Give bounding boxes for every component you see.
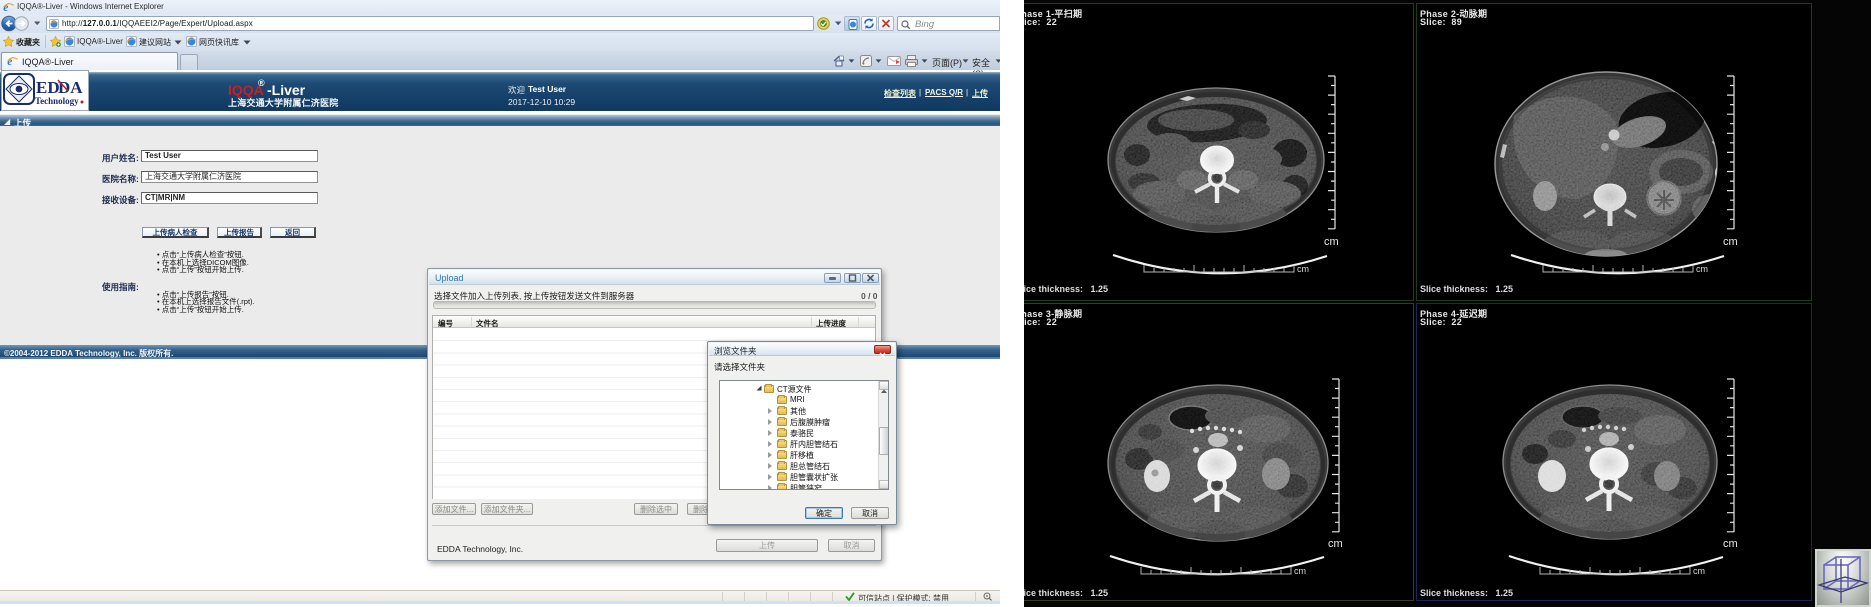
svg-text:cm: cm bbox=[1297, 264, 1309, 274]
svg-text:cm: cm bbox=[1723, 236, 1738, 248]
svg-text:cm: cm bbox=[1328, 538, 1343, 550]
svg-text:cm: cm bbox=[1723, 538, 1738, 550]
svg-text:ED: ED bbox=[36, 78, 60, 97]
svg-text:cm: cm bbox=[1696, 264, 1708, 274]
svg-text:cm: cm bbox=[1294, 566, 1306, 576]
svg-text:DA: DA bbox=[58, 78, 83, 97]
svg-text:cm: cm bbox=[1693, 566, 1705, 576]
svg-text:cm: cm bbox=[1324, 236, 1339, 248]
svg-text:Technology: Technology bbox=[35, 96, 79, 106]
